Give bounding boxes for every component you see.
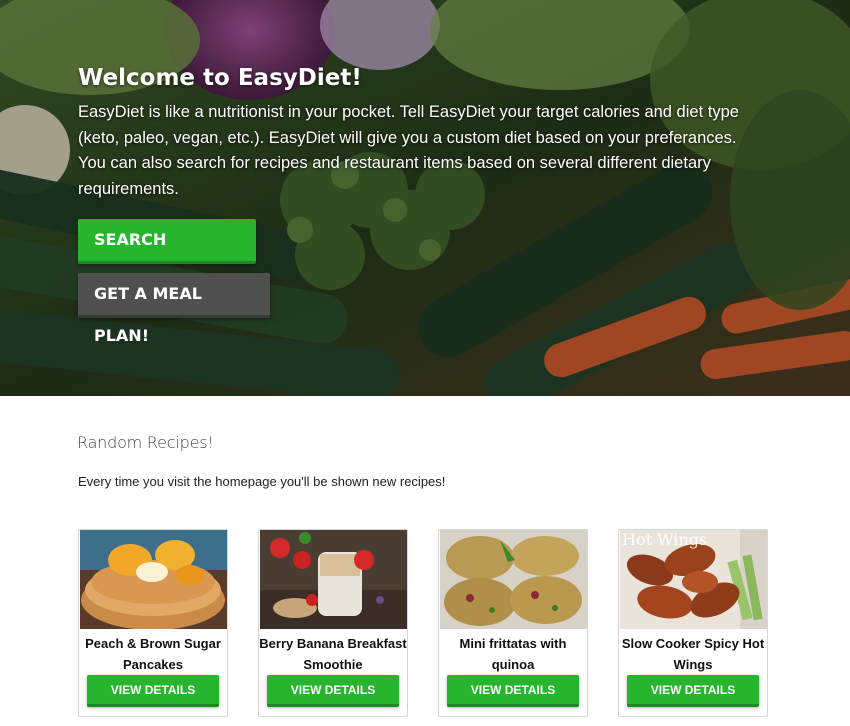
recipe-image-smoothie[interactable]: [260, 530, 407, 629]
recipe-image-hot-wings[interactable]: Hot Wings: [620, 530, 767, 629]
random-recipes-heading: Random Recipes!: [77, 433, 214, 452]
hero-description: EasyDiet is like a nutritionist in your …: [78, 103, 739, 198]
hot-wings-image-caption: Hot Wings: [622, 530, 708, 549]
hero-title: Welcome to EasyDiet!: [78, 65, 362, 91]
view-details-button[interactable]: VIEW DETAILS: [447, 675, 579, 707]
recipe-card: Berry Banana Breakfast Smoothie VIEW DET…: [258, 529, 408, 717]
view-details-button[interactable]: VIEW DETAILS: [87, 675, 219, 707]
recipe-card: Mini frittatas with quinoa VIEW DETAILS: [438, 529, 588, 717]
random-recipes-subtitle: Every time you visit the homepage you'll…: [78, 474, 446, 489]
recipe-card: Peach & Brown Sugar Pancakes VIEW DETAIL…: [78, 529, 228, 717]
recipe-image-pancakes[interactable]: [80, 530, 227, 629]
recipe-title[interactable]: Peach & Brown Sugar Pancakes: [79, 633, 227, 675]
recipe-title[interactable]: Slow Cooker Spicy Hot Wings: [619, 633, 767, 675]
recipe-image-frittatas[interactable]: [440, 530, 587, 629]
view-details-button[interactable]: VIEW DETAILS: [267, 675, 399, 707]
hero-banner: Welcome to EasyDiet! EasyDiet is like a …: [0, 0, 850, 396]
get-meal-plan-button[interactable]: GET A MEAL PLAN!: [78, 273, 270, 345]
recipe-title[interactable]: Mini frittatas with quinoa: [439, 633, 587, 675]
recipe-title[interactable]: Berry Banana Breakfast Smoothie: [259, 633, 407, 675]
search-recipes-button[interactable]: SEARCH RECIPES!: [78, 219, 256, 291]
view-details-button[interactable]: VIEW DETAILS: [627, 675, 759, 707]
hero-content: Welcome to EasyDiet! EasyDiet is like a …: [78, 62, 778, 202]
recipe-card: Hot Wings Slow Cooker Spicy Hot Wings VI…: [618, 529, 768, 717]
